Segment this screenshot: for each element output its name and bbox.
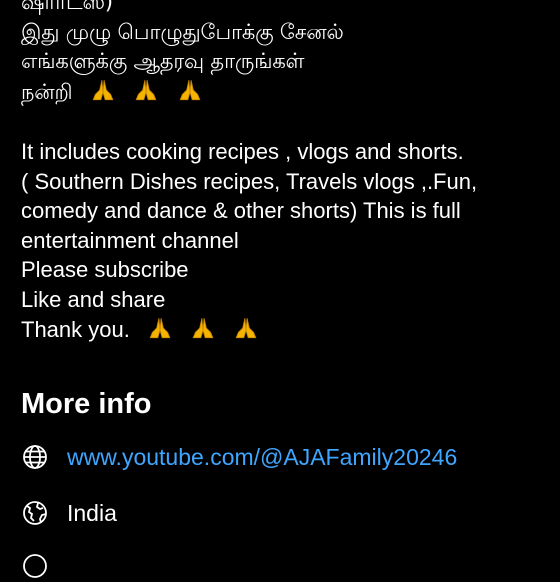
earth-icon bbox=[23, 501, 47, 525]
description-line-thanks: நன்றி bbox=[21, 77, 551, 108]
info-row-partial bbox=[21, 550, 49, 582]
country-text: India bbox=[67, 499, 117, 526]
description-line: entertainment channel bbox=[21, 227, 239, 253]
description-thankyou-text: Thank you. bbox=[21, 316, 130, 342]
info-icon bbox=[23, 554, 47, 578]
description-spacer bbox=[21, 107, 551, 137]
description-line: comedy and dance & other shorts) This is… bbox=[21, 198, 461, 224]
description-line: ( Southern Dishes recipes, Travels vlogs… bbox=[21, 168, 478, 194]
channel-description: ஷார்ட்ஸ்) இது முழு பொழுதுபோக்கு சேனல் எங… bbox=[21, 0, 551, 344]
description-thanks-text: நன்றி bbox=[21, 79, 73, 104]
description-line: Like and share bbox=[21, 286, 166, 312]
country-row: India bbox=[21, 497, 117, 529]
folded-hands-icon bbox=[135, 79, 157, 100]
folded-hands-icon bbox=[192, 317, 214, 338]
more-info-heading: More info bbox=[21, 388, 152, 420]
folded-hands-icon bbox=[179, 79, 201, 100]
description-line: எங்களுக்கு ஆதரவு தாருங்கள் bbox=[21, 49, 305, 74]
folded-hands-icon bbox=[92, 79, 114, 100]
description-line: இது முழு பொழுதுபோக்கு சேனல் bbox=[21, 19, 344, 44]
globe-icon bbox=[23, 445, 47, 469]
channel-link-row[interactable]: www.youtube.com/@AJAFamily20246 bbox=[21, 441, 457, 473]
description-line: It includes cooking recipes , vlogs and … bbox=[21, 138, 464, 164]
description-line: Please subscribe bbox=[21, 257, 189, 283]
channel-link[interactable]: www.youtube.com/@AJAFamily20246 bbox=[67, 444, 457, 471]
description-line-thankyou: Thank you. bbox=[21, 315, 551, 345]
description-line: ஷார்ட்ஸ்) bbox=[21, 0, 113, 14]
folded-hands-icon bbox=[149, 317, 171, 338]
folded-hands-icon bbox=[235, 317, 257, 338]
